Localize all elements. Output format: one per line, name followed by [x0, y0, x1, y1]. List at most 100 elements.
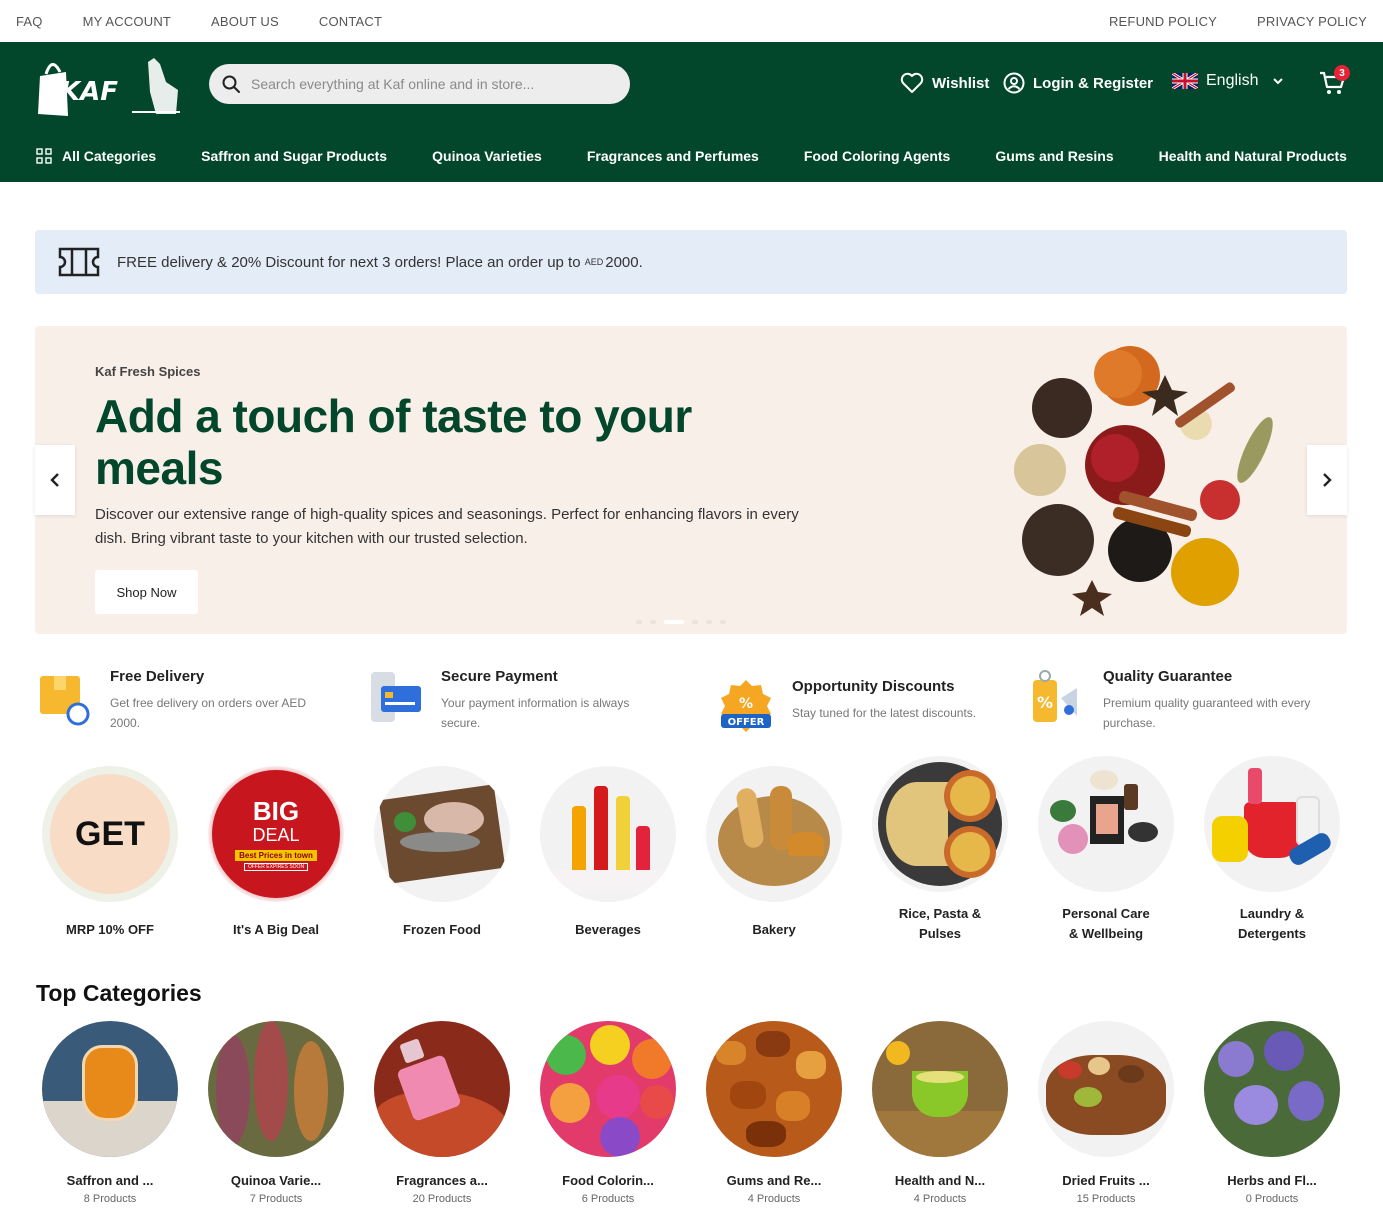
slider-dot[interactable]: [706, 620, 712, 624]
slider-dot-active[interactable]: [664, 620, 684, 624]
grid-icon: [36, 148, 52, 164]
promo-category-rice-pasta[interactable]: Rice, Pasta & Pulses: [870, 756, 1010, 944]
slider-dots: [636, 620, 726, 624]
top-category-card[interactable]: Health and N... 4 Products: [870, 1021, 1010, 1205]
chevron-down-icon: [1273, 78, 1284, 85]
slider-dot[interactable]: [650, 620, 656, 624]
contact-link[interactable]: CONTACT: [319, 14, 382, 29]
big-text: BIG: [252, 795, 300, 826]
gum-resin-image: [706, 1021, 842, 1157]
nav-gums-resins[interactable]: Gums and Resins: [995, 148, 1113, 164]
top-category-card[interactable]: Gums and Re... 4 Products: [704, 1021, 844, 1205]
top-categories-title: Top Categories: [36, 980, 202, 1006]
category-name: Dried Fruits ...: [1062, 1173, 1150, 1188]
promo-text: FREE delivery & 20% Discount for next 3 …: [117, 253, 585, 271]
feature-title: Free Delivery: [110, 668, 205, 685]
top-category-card[interactable]: Fragrances a... 20 Products: [372, 1021, 512, 1205]
category-count: 6 Products: [581, 1193, 635, 1205]
category-count: 20 Products: [412, 1193, 472, 1205]
slider-dot[interactable]: [720, 620, 726, 624]
category-count: 8 Products: [83, 1193, 137, 1205]
svg-text:%: %: [739, 696, 753, 712]
svg-text:OFFER: OFFER: [728, 717, 765, 728]
heart-icon: [900, 72, 924, 93]
best-prices-tag: Best Prices in town: [235, 849, 317, 861]
nav-health-natural[interactable]: Health and Natural Products: [1159, 148, 1347, 164]
promo-category-big-deal[interactable]: BIG DEAL Best Prices in town OFFER EXPIR…: [206, 766, 346, 940]
search-icon: [222, 75, 240, 93]
feature-opportunity-discounts: % OFFER Opportunity Discounts Stay tuned…: [718, 678, 1018, 736]
uk-flag-icon: [1172, 73, 1198, 89]
cart-count-badge: 3: [1334, 65, 1350, 81]
hero-title: Add a touch of taste to your meals: [95, 390, 692, 494]
herbs-flowers-image: [1204, 1021, 1340, 1157]
mrp-offer-image: GET: [42, 766, 178, 902]
offer-expires-tag: OFFER EXPIRES SOON: [243, 862, 309, 871]
wishlist-link[interactable]: Wishlist: [900, 72, 989, 94]
beverages-image: [540, 766, 676, 902]
search-input[interactable]: [251, 76, 611, 92]
feature-free-delivery: Free Delivery Get free delivery on order…: [36, 668, 336, 733]
promo-category-personal-care[interactable]: Personal Care & Wellbeing: [1036, 756, 1176, 944]
search-bar[interactable]: [209, 64, 630, 104]
promo-category-beverages[interactable]: Beverages: [538, 766, 678, 940]
nav-saffron-sugar[interactable]: Saffron and Sugar Products: [201, 148, 387, 164]
category-count: 7 Products: [249, 1193, 303, 1205]
category-name: Saffron and ...: [66, 1173, 154, 1188]
hero-description: Discover our extensive range of high-qua…: [95, 506, 799, 547]
about-us-link[interactable]: ABOUT US: [211, 14, 279, 29]
get-offer-text: GET: [50, 774, 170, 894]
privacy-policy-link[interactable]: PRIVACY POLICY: [1257, 14, 1367, 29]
saffron-tea-image: [42, 1021, 178, 1157]
promo-category-bakery[interactable]: Bakery: [704, 766, 844, 940]
promo-category-label: Personal Care & Wellbeing: [1062, 906, 1150, 941]
promo-category-label: MRP 10% OFF: [66, 922, 154, 937]
quality-tag-icon: %: [1033, 670, 1077, 722]
category-name: Gums and Re...: [726, 1173, 822, 1188]
promo-category-label: Frozen Food: [403, 922, 481, 937]
login-label: Login & Register: [1033, 74, 1154, 92]
my-account-link[interactable]: MY ACCOUNT: [83, 14, 171, 29]
promo-amount: 2000.: [605, 253, 643, 271]
promo-currency: AED: [584, 257, 604, 267]
slider-dot[interactable]: [636, 620, 642, 624]
hero-next-button[interactable]: [1307, 445, 1347, 515]
refund-policy-link[interactable]: REFUND POLICY: [1109, 14, 1217, 29]
personal-care-image: [1038, 756, 1174, 892]
category-name: Quinoa Varie...: [230, 1173, 322, 1188]
big-deal-image: BIG DEAL Best Prices in town OFFER EXPIR…: [208, 766, 344, 902]
promo-category-laundry[interactable]: Laundry & Detergents: [1202, 756, 1342, 944]
kaf-logo[interactable]: KAF: [36, 52, 182, 118]
shop-now-button[interactable]: Shop Now: [95, 570, 198, 614]
top-category-card[interactable]: Quinoa Varie... 7 Products: [206, 1021, 346, 1205]
login-register-link[interactable]: Login & Register: [1003, 72, 1153, 94]
promo-category-mrp[interactable]: GET MRP 10% OFF: [40, 766, 180, 940]
frozen-food-image: [374, 766, 510, 902]
ticket-icon: [58, 247, 100, 277]
spices-image: [1014, 346, 1273, 616]
feature-text: Stay tuned for the latest discounts.: [792, 706, 977, 720]
top-category-card[interactable]: Food Colorin... 6 Products: [538, 1021, 678, 1205]
category-count: 4 Products: [913, 1193, 967, 1205]
nav-quinoa[interactable]: Quinoa Varieties: [432, 148, 542, 164]
top-category-card[interactable]: Dried Fruits ... 15 Products: [1036, 1021, 1176, 1205]
top-category-card[interactable]: Saffron and ... 8 Products: [40, 1021, 180, 1205]
all-categories-label: All Categories: [62, 148, 157, 164]
language-selector[interactable]: English: [1172, 72, 1284, 90]
all-categories-button[interactable]: All Categories: [36, 148, 156, 164]
hero-prev-button[interactable]: [35, 445, 75, 515]
feature-secure-payment: Secure Payment Your payment information …: [367, 668, 677, 733]
nav-food-coloring[interactable]: Food Coloring Agents: [804, 148, 950, 164]
promo-banner: FREE delivery & 20% Discount for next 3 …: [35, 230, 1347, 294]
offer-badge-icon: % OFFER: [721, 680, 771, 732]
promo-category-label: It's A Big Deal: [233, 922, 319, 937]
category-count: 4 Products: [747, 1193, 801, 1205]
top-utility-bar: FAQ MY ACCOUNT ABOUT US CONTACT REFUND P…: [0, 0, 1383, 42]
chevron-right-icon: [1323, 473, 1332, 487]
slider-dot[interactable]: [692, 620, 698, 624]
category-name: Health and N...: [894, 1173, 986, 1188]
faq-link[interactable]: FAQ: [16, 14, 43, 29]
nav-fragrances[interactable]: Fragrances and Perfumes: [587, 148, 759, 164]
top-category-card[interactable]: Herbs and Fl... 0 Products: [1202, 1021, 1342, 1205]
promo-category-frozen-food[interactable]: Frozen Food: [372, 766, 512, 940]
